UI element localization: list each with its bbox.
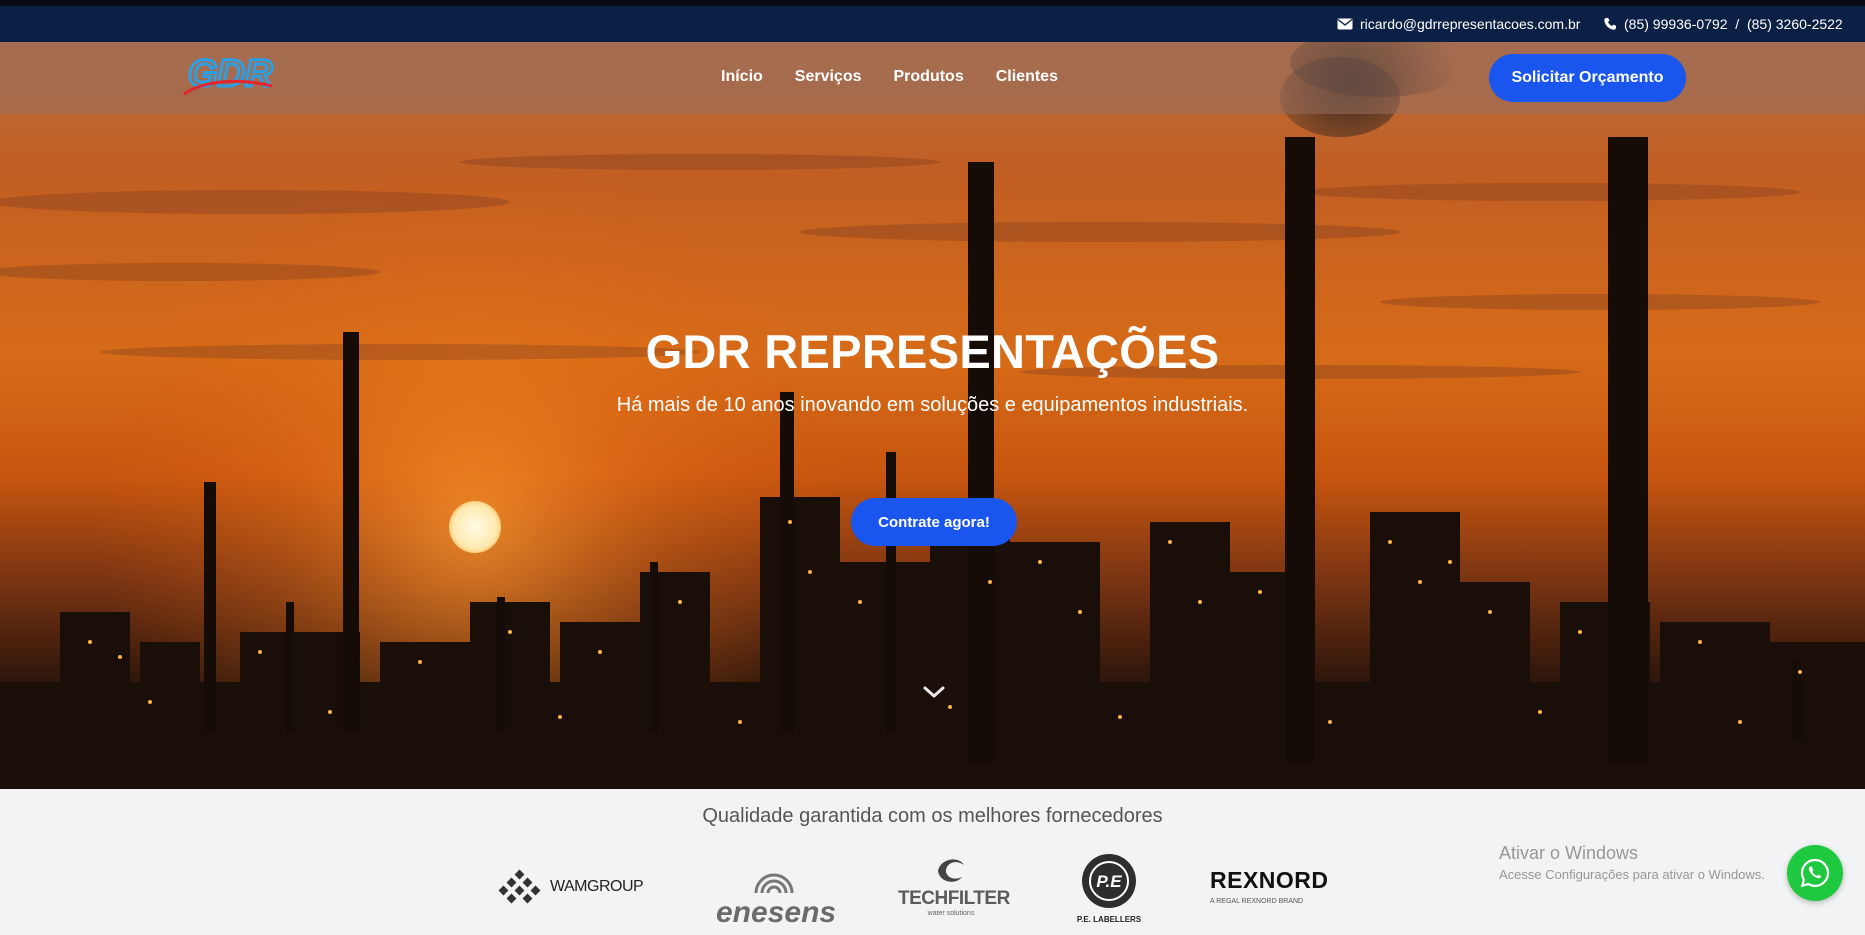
- enesens-signal-icon: [754, 873, 793, 894]
- enesens-logo: enesens: [716, 859, 837, 930]
- contact-phones[interactable]: (85) 99936-0792 / (85) 3260-2522: [1603, 16, 1843, 32]
- phone-icon: [1603, 17, 1617, 31]
- logo-text: GDR: [188, 53, 273, 95]
- techfilter-text: TECHFILTER: [898, 888, 1010, 909]
- request-quote-button[interactable]: Solicitar Orçamento: [1489, 54, 1686, 102]
- wamgroup-text: WAMGROUP: [550, 878, 644, 895]
- phones-text: (85) 99936-0792 / (85) 3260-2522: [1624, 16, 1843, 32]
- envelope-icon: [1337, 18, 1353, 30]
- hero-section: GDR Início Serviços Produtos Clientes So…: [0, 42, 1865, 789]
- whatsapp-icon: [1800, 858, 1830, 888]
- hero-subtitle: Há mais de 10 anos inovando em soluções …: [616, 394, 1249, 416]
- nav-link-clientes[interactable]: Clientes: [996, 68, 1058, 86]
- pe-badge-icon: P.E: [1082, 854, 1136, 908]
- nav-link-servicos[interactable]: Serviços: [795, 68, 862, 86]
- nav-link-produtos[interactable]: Produtos: [894, 68, 964, 86]
- techfilter-swirl-icon: [938, 859, 964, 882]
- windows-watermark-subtitle: Acesse Configurações para ativar o Windo…: [1499, 867, 1765, 882]
- rexnord-logo: REXNORD A REGAL REXNORD BRAND: [1210, 867, 1329, 905]
- windows-watermark-title: Ativar o Windows: [1499, 843, 1639, 863]
- pe-labellers-logo: P.E P.E. LABELLERS: [1069, 853, 1149, 924]
- techfilter-subtext: water solutions: [927, 910, 975, 917]
- chevron-down-icon[interactable]: [921, 682, 947, 702]
- techfilter-logo: TECHFILTER water solutions: [898, 853, 1010, 917]
- contact-email[interactable]: ricardo@gdrrepresentacoes.com.br: [1337, 16, 1580, 32]
- rexnord-subtext: A REGAL REXNORD BRAND: [1210, 898, 1304, 905]
- enesens-text: enesens: [716, 896, 837, 929]
- wamgroup-icon: [498, 869, 541, 904]
- gdr-logo[interactable]: GDR: [180, 52, 282, 104]
- hire-now-button[interactable]: Contrate agora!: [851, 498, 1017, 546]
- pe-mark-text: P.E: [1096, 872, 1122, 891]
- nav-link-inicio[interactable]: Início: [721, 68, 763, 86]
- whatsapp-button[interactable]: [1787, 845, 1843, 901]
- suppliers-title: Qualidade garantida com os melhores forn…: [702, 805, 1163, 827]
- pe-labellers-text: P.E. LABELLERS: [1076, 915, 1142, 924]
- hero-title: GDR REPRESENTAÇÕES: [645, 325, 1220, 378]
- wamgroup-logo: WAMGROUP: [496, 869, 644, 905]
- contact-topbar: ricardo@gdrrepresentacoes.com.br (85) 99…: [0, 6, 1865, 42]
- email-text: ricardo@gdrrepresentacoes.com.br: [1360, 16, 1581, 32]
- main-navbar: GDR Início Serviços Produtos Clientes So…: [0, 42, 1865, 114]
- nav-links: Início Serviços Produtos Clientes: [721, 68, 1090, 86]
- rexnord-text: REXNORD: [1210, 867, 1329, 893]
- windows-activation-watermark: Ativar o Windows Acesse Configurações pa…: [1499, 843, 1765, 882]
